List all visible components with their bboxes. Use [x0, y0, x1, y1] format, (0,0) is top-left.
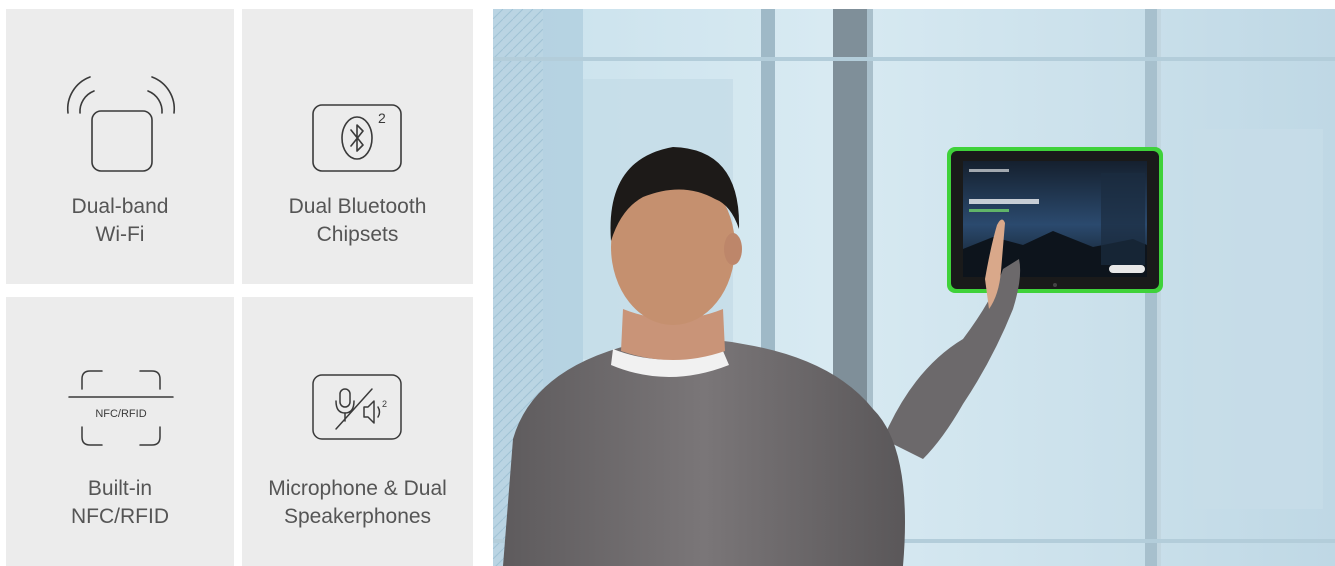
- feature-tile-wifi: Dual-band Wi-Fi: [6, 9, 234, 284]
- bluetooth-superscript: 2: [378, 110, 386, 126]
- feature-tile-audio: 2 Microphone & Dual Speakerphones: [242, 297, 473, 566]
- feature-tile-nfc: NFC/RFID Built-in NFC/RFID: [6, 297, 234, 566]
- feature-label-line1: Dual-band: [71, 195, 169, 218]
- wifi-icon: [66, 76, 176, 172]
- nfc-icon: NFC/RFID: [68, 370, 174, 446]
- mic-speaker-icon: 2: [312, 374, 402, 440]
- speaker-superscript: 2: [382, 399, 387, 409]
- feature-label-line2: Wi-Fi: [95, 223, 145, 246]
- feature-tile-bluetooth: 2 Dual Bluetooth Chipsets: [242, 9, 473, 284]
- bluetooth-icon: 2: [312, 104, 402, 172]
- nfc-icon-text: NFC/RFID: [95, 408, 146, 420]
- feature-label: Dual Bluetooth Chipsets: [242, 193, 473, 249]
- feature-label-line1: Microphone & Dual: [268, 477, 447, 500]
- feature-label: Built-in NFC/RFID: [6, 475, 234, 531]
- product-photo: [493, 9, 1335, 566]
- feature-label: Dual-band Wi-Fi: [6, 193, 234, 249]
- room-booking-tablet: [947, 147, 1163, 293]
- feature-label-line2: NFC/RFID: [71, 505, 169, 528]
- feature-label-line2: Speakerphones: [283, 505, 432, 528]
- feature-label-line2: Chipsets: [316, 223, 399, 246]
- feature-label: Microphone & Dual Speakerphones: [242, 475, 473, 531]
- feature-label-line1: Dual Bluetooth: [288, 195, 427, 218]
- feature-label-line1: Built-in: [87, 477, 153, 500]
